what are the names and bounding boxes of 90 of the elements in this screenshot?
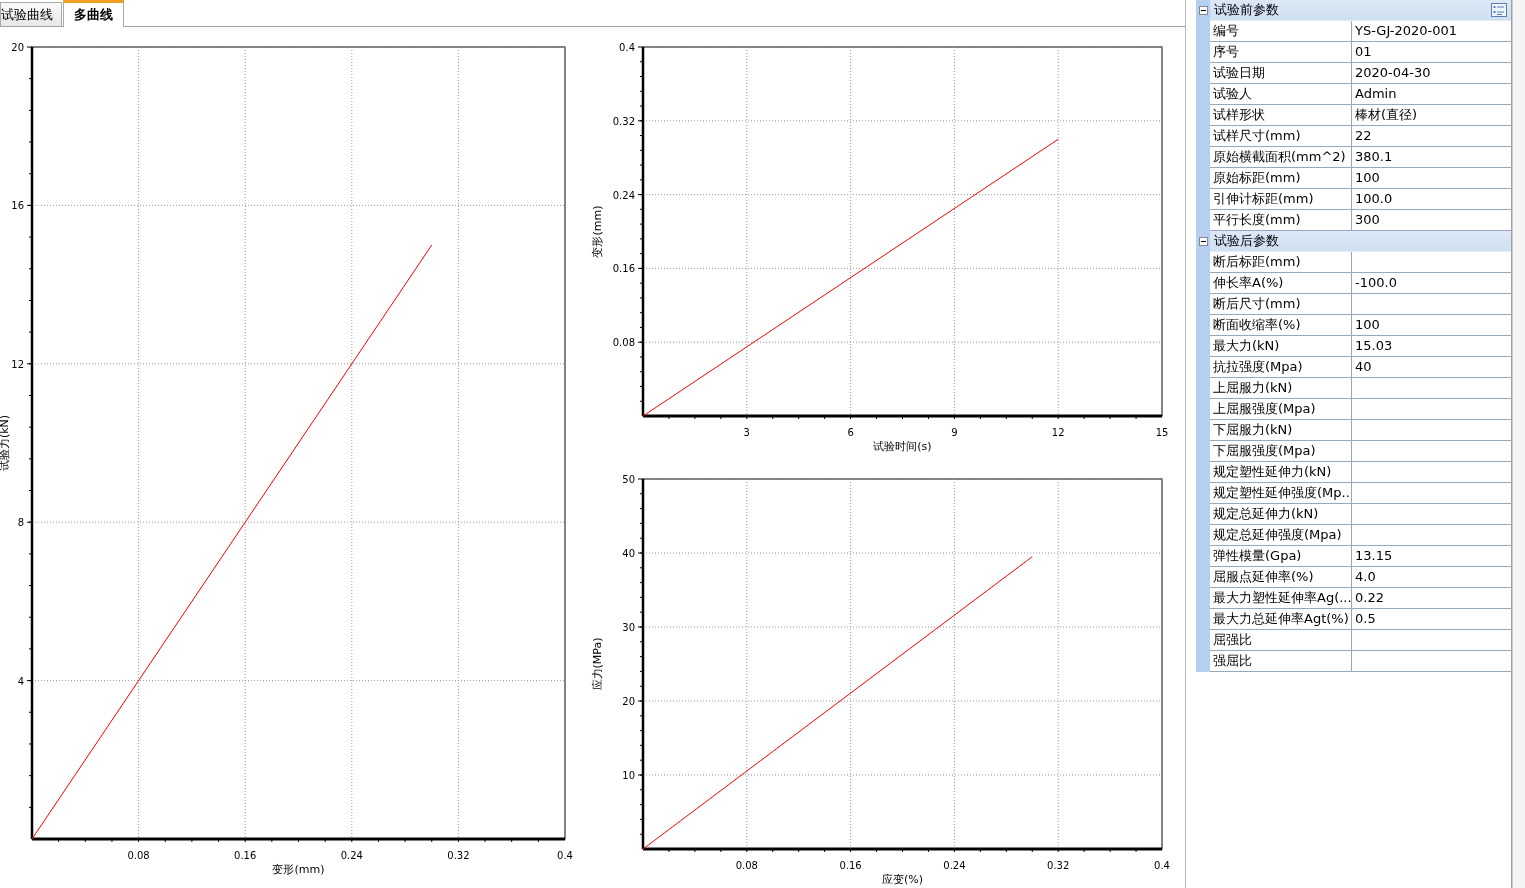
property-name[interactable]: 上屈服力(kN)	[1210, 378, 1352, 399]
tick-label: 12	[1051, 427, 1065, 438]
tick-label: 0.16	[612, 263, 635, 275]
tick-label: 30	[622, 622, 635, 633]
tick-label: 0.32	[447, 850, 470, 861]
property-value[interactable]: 2020-04-30	[1352, 63, 1512, 84]
property-value[interactable]: 100	[1352, 315, 1512, 336]
category-title: 试验前参数	[1214, 1, 1279, 19]
property-value[interactable]: 100	[1352, 168, 1512, 189]
property-name[interactable]: 规定总延伸强度(Mpa)	[1210, 525, 1352, 546]
property-value[interactable]: 棒材(直径)	[1352, 105, 1512, 126]
property-name[interactable]: 引伸计标距(mm)	[1210, 189, 1352, 210]
property-value[interactable]: 22	[1352, 126, 1512, 147]
property-name[interactable]: 下屈服力(kN)	[1210, 420, 1352, 441]
property-name[interactable]: 序号	[1210, 42, 1352, 63]
tick-label: 15	[1155, 427, 1169, 438]
tick-label: 0.16	[234, 850, 257, 861]
axis-title: 变形(mm)	[591, 205, 604, 258]
property-name[interactable]: 弹性模量(Gpa)	[1210, 546, 1352, 567]
tick-label: 4	[17, 675, 24, 687]
property-value[interactable]: -100.0	[1352, 273, 1512, 294]
property-name[interactable]: 下屈服强度(Mpa)	[1210, 441, 1352, 462]
tick-label: 0.4	[1154, 860, 1170, 871]
tick-label: 20	[11, 42, 24, 53]
property-name[interactable]: 试样形状	[1210, 105, 1352, 126]
property-name[interactable]: 规定塑性延伸强度(Mp...	[1210, 483, 1352, 504]
property-name[interactable]: 断面收缩率(%)	[1210, 315, 1352, 336]
property-name[interactable]: 原始横截面积(mm^2)	[1210, 147, 1352, 168]
property-name[interactable]: 断后标距(mm)	[1210, 252, 1352, 273]
property-name[interactable]: 原始标距(mm)	[1210, 168, 1352, 189]
property-value[interactable]: 01	[1352, 42, 1512, 63]
tick-label: 3	[743, 427, 750, 438]
axis-title: 试验时间(s)	[873, 440, 932, 453]
tick-label: 9	[951, 427, 958, 438]
axis-title: 变形(mm)	[272, 863, 325, 876]
property-value[interactable]: 0.5	[1352, 609, 1512, 630]
property-name[interactable]: 规定塑性延伸力(kN)	[1210, 462, 1352, 483]
property-value[interactable]: YS-GJ-2020-001	[1352, 21, 1512, 42]
property-name[interactable]: 试样尺寸(mm)	[1210, 126, 1352, 147]
tick-label: 0.4	[557, 850, 573, 861]
tab[interactable]: 试验曲线	[0, 2, 62, 26]
property-name[interactable]: 编号	[1210, 21, 1352, 42]
tick-label: 0.24	[943, 860, 966, 871]
property-pages-icon[interactable]	[1491, 3, 1508, 17]
property-value[interactable]: 100.0	[1352, 189, 1512, 210]
tick-label: 0.24	[340, 850, 363, 861]
property-value[interactable]: 380.1	[1352, 147, 1512, 168]
tick-label: 0.4	[619, 42, 635, 53]
category-title: 试验后参数	[1214, 232, 1279, 250]
collapse-toggle[interactable]	[1198, 6, 1208, 15]
tick-label: 40	[622, 548, 635, 559]
property-name[interactable]: 试验人	[1210, 84, 1352, 105]
property-value[interactable]: 40	[1352, 357, 1512, 378]
property-value[interactable]: 0.22	[1352, 588, 1512, 609]
property-name[interactable]: 抗拉强度(Mpa)	[1210, 357, 1352, 378]
property-value[interactable]: 4.0	[1352, 567, 1512, 588]
tick-label: 0.08	[612, 337, 635, 349]
tick-label: 12	[11, 358, 24, 370]
tick-label: 20	[622, 696, 635, 707]
tick-label: 10	[622, 770, 635, 781]
property-value[interactable]: 13.15	[1352, 546, 1512, 567]
property-name[interactable]: 上屈服强度(Mpa)	[1210, 399, 1352, 420]
property-name[interactable]: 规定总延伸力(kN)	[1210, 504, 1352, 525]
tick-label: 6	[847, 427, 854, 438]
property-name[interactable]: 最大力总延伸率Agt(%)	[1210, 609, 1352, 630]
category-header[interactable]: 试验后参数	[1210, 231, 1512, 252]
tick-label: 0.32	[612, 115, 635, 127]
tick-label: 0.08	[735, 860, 758, 871]
axis-title: 应变(%)	[882, 873, 923, 886]
tick-label: 0.08	[127, 850, 150, 861]
tick-label: 50	[622, 474, 635, 485]
property-name[interactable]: 最大力塑性延伸率Ag(...	[1210, 588, 1352, 609]
property-name[interactable]: 屈服点延伸率(%)	[1210, 567, 1352, 588]
property-name[interactable]: 屈强比	[1210, 630, 1352, 651]
tab[interactable]: 多曲线	[63, 0, 124, 27]
tick-label: 0.24	[612, 189, 635, 201]
tick-label: 0.16	[839, 860, 862, 871]
property-value[interactable]: Admin	[1352, 84, 1512, 105]
tick-label: 0.32	[1047, 860, 1070, 871]
tick-label: 8	[17, 517, 24, 529]
tick-label: 16	[11, 200, 24, 212]
collapse-toggle[interactable]	[1198, 237, 1208, 246]
axis-title: 应力(MPa)	[591, 637, 604, 691]
property-name[interactable]: 试验日期	[1210, 63, 1352, 84]
property-name[interactable]: 断后尺寸(mm)	[1210, 294, 1352, 315]
property-value[interactable]: 15.03	[1352, 336, 1512, 357]
property-name[interactable]: 最大力(kN)	[1210, 336, 1352, 357]
property-name[interactable]: 伸长率A(%)	[1210, 273, 1352, 294]
category-header[interactable]: 试验前参数	[1210, 0, 1512, 21]
property-name[interactable]: 强屈比	[1210, 651, 1352, 672]
